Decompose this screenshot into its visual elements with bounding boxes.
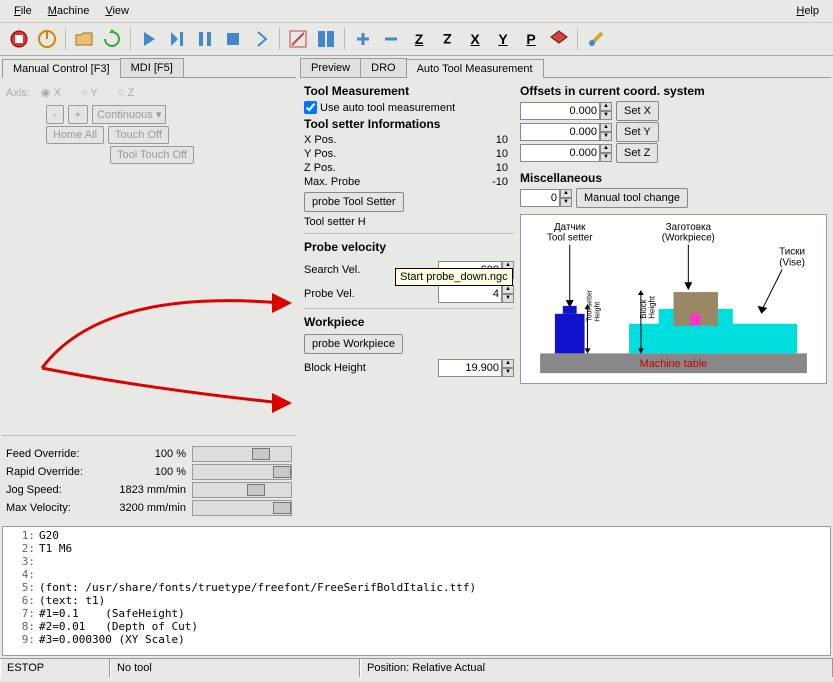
jog-mode-select[interactable]: Continuous ▾ xyxy=(92,105,166,124)
maxprobe-value: -10 xyxy=(492,176,514,188)
misc-input[interactable]: ▲▼ xyxy=(520,189,572,207)
feed-override-label: Feed Override: xyxy=(6,448,100,460)
axis-label: Axis: xyxy=(6,87,30,99)
menu-machine[interactable]: Machine xyxy=(40,2,98,20)
tab-manual-control[interactable]: Manual Control [F3] xyxy=(2,59,121,78)
offset-y-input[interactable]: ▲▼ xyxy=(520,123,612,141)
offset-x-input[interactable]: ▲▼ xyxy=(520,102,612,120)
axis-y-radio: ○ Y xyxy=(81,87,98,99)
block-height-input[interactable]: ▲▼ xyxy=(438,359,514,377)
zoom-out-button[interactable] xyxy=(378,26,404,52)
jog-speed-label: Jog Speed: xyxy=(6,484,100,496)
set-y-button[interactable]: Set Y xyxy=(616,122,659,142)
jog-speed-value: 1823 mm/min xyxy=(100,484,192,496)
axis-z-radio: ○ Z xyxy=(118,87,134,99)
tool-measurement-title: Tool Measurement xyxy=(304,82,514,100)
jog-minus-button[interactable]: - xyxy=(46,105,64,124)
jog-speed-slider[interactable] xyxy=(192,482,292,498)
reload-button[interactable] xyxy=(99,26,125,52)
power-button[interactable] xyxy=(34,26,60,52)
max-velocity-slider[interactable] xyxy=(192,500,292,516)
rapid-override-value: 100 % xyxy=(100,466,192,478)
menu-file[interactable]: File xyxy=(6,2,40,20)
step-button[interactable] xyxy=(164,26,190,52)
view-x-button[interactable]: X xyxy=(462,26,488,52)
status-tool: No tool xyxy=(110,659,360,677)
touch-off-button[interactable]: Touch Off xyxy=(108,126,169,144)
tool-setter-diagram: Датчик Tool setter Заготовка (Workpiece)… xyxy=(520,214,827,384)
gcode-listing[interactable]: 1:G20 2:T1 M6 3: 4: 5:(font: /usr/share/… xyxy=(2,526,831,656)
block-del-button[interactable] xyxy=(313,26,339,52)
probe-workpiece-button[interactable]: probe Workpiece xyxy=(304,334,403,354)
tab-auto-tool-measurement[interactable]: Auto Tool Measurement xyxy=(406,59,544,78)
view-z2-button[interactable]: Z xyxy=(434,26,460,52)
probe-velocity-title: Probe velocity xyxy=(304,238,514,256)
misc-title: Miscellaneous xyxy=(520,169,827,187)
rapid-override-slider[interactable] xyxy=(192,464,292,480)
play-button[interactable] xyxy=(136,26,162,52)
view-p-button[interactable]: P xyxy=(518,26,544,52)
view-z-button[interactable]: Z xyxy=(406,26,432,52)
annotation-arrows xyxy=(22,258,302,418)
home-all-button[interactable]: Home All xyxy=(46,126,104,144)
maxprobe-label: Max. Probe xyxy=(304,176,492,188)
skip-button[interactable] xyxy=(248,26,274,52)
rapid-override-label: Rapid Override: xyxy=(6,466,100,478)
zpos-value: 10 xyxy=(496,162,514,174)
max-velocity-value: 3200 mm/min xyxy=(100,502,192,514)
svg-text:Height: Height xyxy=(594,302,601,322)
clear-plot-button[interactable] xyxy=(583,26,609,52)
menu-help[interactable]: Help xyxy=(788,2,827,20)
probe-tool-setter-button[interactable]: probe Tool Setter xyxy=(304,192,404,212)
feed-override-value: 100 % xyxy=(100,448,192,460)
status-estop: ESTOP xyxy=(0,659,110,677)
feed-override-slider[interactable] xyxy=(192,446,292,462)
svg-text:Датчик: Датчик xyxy=(554,222,586,233)
svg-text:Tool setter: Tool setter xyxy=(547,233,593,244)
xpos-label: X Pos. xyxy=(304,134,496,146)
status-position: Position: Relative Actual xyxy=(360,659,833,677)
zpos-label: Z Pos. xyxy=(304,162,496,174)
set-z-button[interactable]: Set Z xyxy=(616,143,658,163)
view-persp-button[interactable] xyxy=(546,26,572,52)
tab-preview[interactable]: Preview xyxy=(300,58,361,77)
probe-vel-input[interactable]: ▲▼ xyxy=(438,285,514,303)
svg-text:Block: Block xyxy=(639,299,648,318)
tab-dro[interactable]: DRO xyxy=(360,58,406,77)
svg-text:Заготовка: Заготовка xyxy=(666,222,712,233)
probe-vel-label: Probe Vel. xyxy=(304,288,438,300)
tool-touch-off-button[interactable]: Tool Touch Off xyxy=(110,146,194,164)
xpos-value: 10 xyxy=(496,134,514,146)
svg-text:(Vise): (Vise) xyxy=(779,257,805,268)
offset-z-input[interactable]: ▲▼ xyxy=(520,144,612,162)
zoom-in-button[interactable] xyxy=(350,26,376,52)
stop-button[interactable] xyxy=(220,26,246,52)
svg-text:Тиски: Тиски xyxy=(779,247,805,258)
workpiece-title: Workpiece xyxy=(304,313,514,331)
max-velocity-label: Max Velocity: xyxy=(6,502,100,514)
svg-text:Height: Height xyxy=(648,295,657,319)
opt-stop-button[interactable] xyxy=(285,26,311,52)
tool-setter-h-label: Tool setter H xyxy=(304,216,514,228)
estop-button[interactable] xyxy=(6,26,32,52)
auto-tool-checkbox[interactable] xyxy=(304,101,317,114)
pause-button[interactable] xyxy=(192,26,218,52)
svg-text:Machine table: Machine table xyxy=(640,358,708,370)
tab-mdi[interactable]: MDI [F5] xyxy=(120,58,184,77)
axis-x-radio: ◉ X xyxy=(41,86,61,99)
tool-setter-info-title: Tool setter Informations xyxy=(304,115,514,133)
block-height-label: Block Height xyxy=(304,362,438,374)
svg-text:(Workpiece): (Workpiece) xyxy=(662,233,715,244)
view-y-button[interactable]: Y xyxy=(490,26,516,52)
menu-view[interactable]: View xyxy=(97,2,137,20)
ypos-value: 10 xyxy=(496,148,514,160)
jog-plus-button[interactable]: + xyxy=(68,105,88,124)
probe-tooltip: Start probe_down.ngc xyxy=(395,268,513,286)
ypos-label: Y Pos. xyxy=(304,148,496,160)
open-button[interactable] xyxy=(71,26,97,52)
set-x-button[interactable]: Set X xyxy=(616,101,659,121)
offsets-title: Offsets in current coord. system xyxy=(520,82,827,100)
manual-tool-change-button[interactable]: Manual tool change xyxy=(576,188,688,208)
auto-tool-label: Use auto tool measurement xyxy=(320,102,455,114)
